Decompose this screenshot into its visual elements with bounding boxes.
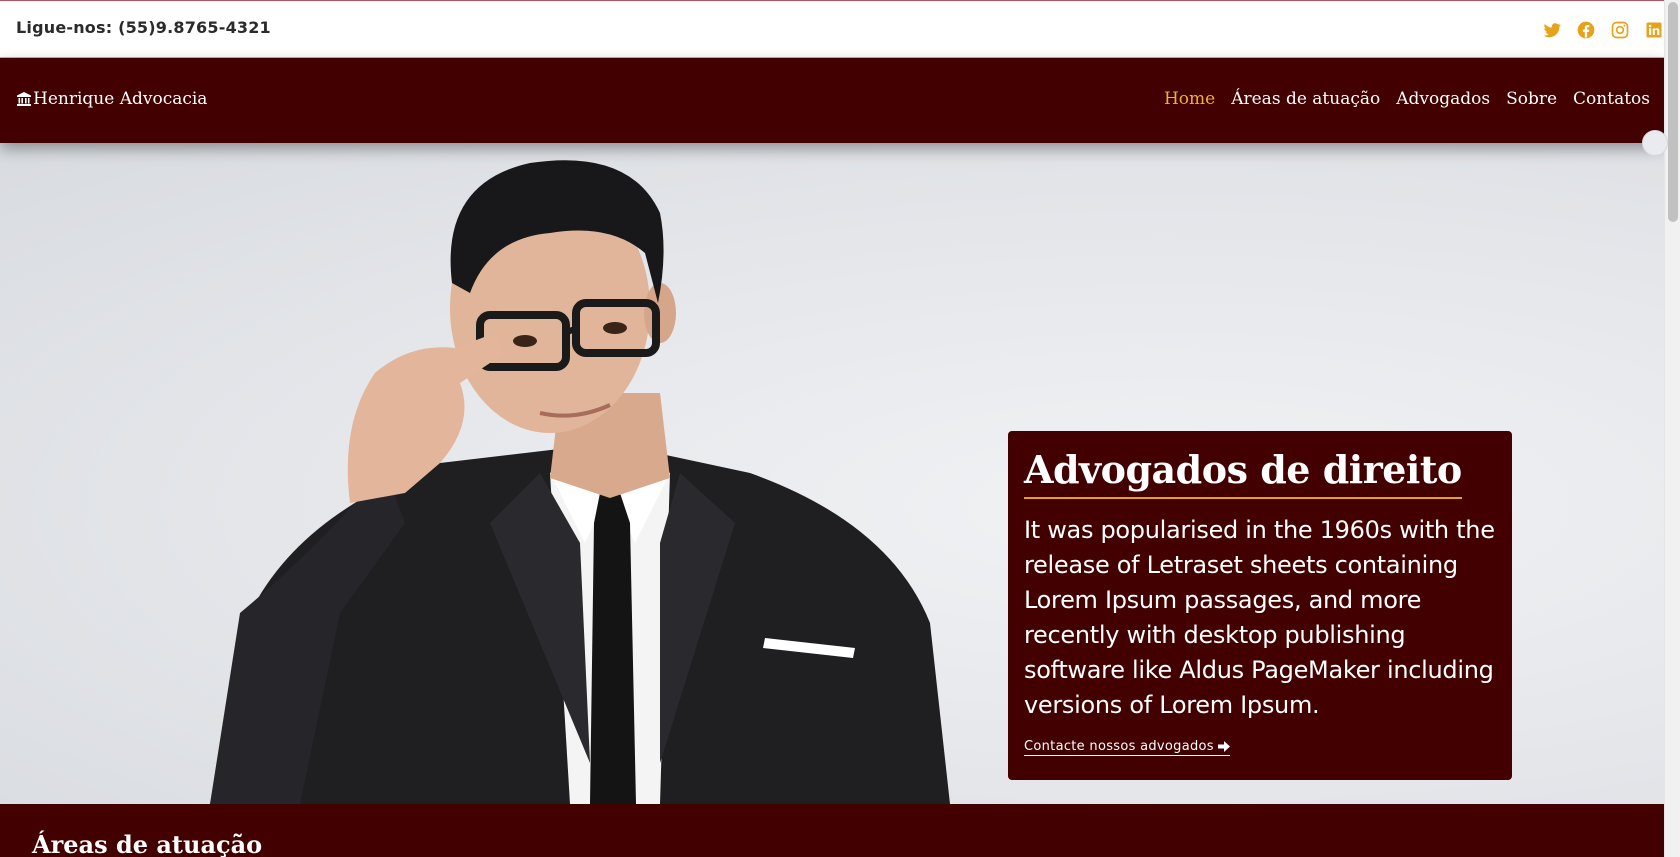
hero-card: Advogados de direito It was popularised … <box>1008 431 1512 780</box>
arrow-right-icon <box>1217 740 1230 752</box>
nav-menu: Home Áreas de atuação Advogados Sobre Co… <box>1164 89 1650 109</box>
top-contact-bar: Ligue-nos: (55)9.8765-4321 <box>0 0 1664 58</box>
contact-lawyers-link[interactable]: Contacte nossos advogados <box>1024 739 1230 756</box>
hero-title: Advogados de direito <box>1024 447 1462 499</box>
floating-action-button[interactable] <box>1642 130 1668 156</box>
main-navbar: Henrique Advocacia Home Áreas de atuação… <box>0 58 1664 143</box>
page: Ligue-nos: (55)9.8765-4321 Henrique Advo… <box>0 0 1664 857</box>
hero-section: Advogados de direito It was popularised … <box>0 143 1664 804</box>
nav-item-advogados[interactable]: Advogados <box>1396 89 1490 109</box>
page-scrollbar[interactable] <box>1664 0 1680 857</box>
instagram-icon[interactable] <box>1610 20 1630 40</box>
nav-item-contatos[interactable]: Contatos <box>1573 89 1650 109</box>
areas-section: Áreas de atuação <box>0 804 1664 857</box>
brand-logo[interactable]: Henrique Advocacia <box>16 89 207 109</box>
social-links <box>1542 20 1664 40</box>
nav-item-areas[interactable]: Áreas de atuação <box>1231 89 1380 109</box>
cta-label: Contacte nossos advogados <box>1024 738 1214 754</box>
nav-item-sobre[interactable]: Sobre <box>1506 89 1557 109</box>
facebook-icon[interactable] <box>1576 20 1596 40</box>
scrollbar-thumb[interactable] <box>1668 2 1678 222</box>
nav-item-home[interactable]: Home <box>1164 89 1215 109</box>
lawyer-photo <box>210 160 950 804</box>
brand-name: Henrique Advocacia <box>33 89 208 109</box>
hero-text: It was popularised in the 1960s with the… <box>1024 515 1495 719</box>
linkedin-icon[interactable] <box>1644 20 1664 40</box>
phone-number: Ligue-nos: (55)9.8765-4321 <box>16 18 271 37</box>
twitter-icon[interactable] <box>1542 20 1562 40</box>
section-title: Áreas de atuação <box>32 830 263 857</box>
courthouse-icon <box>17 92 31 106</box>
